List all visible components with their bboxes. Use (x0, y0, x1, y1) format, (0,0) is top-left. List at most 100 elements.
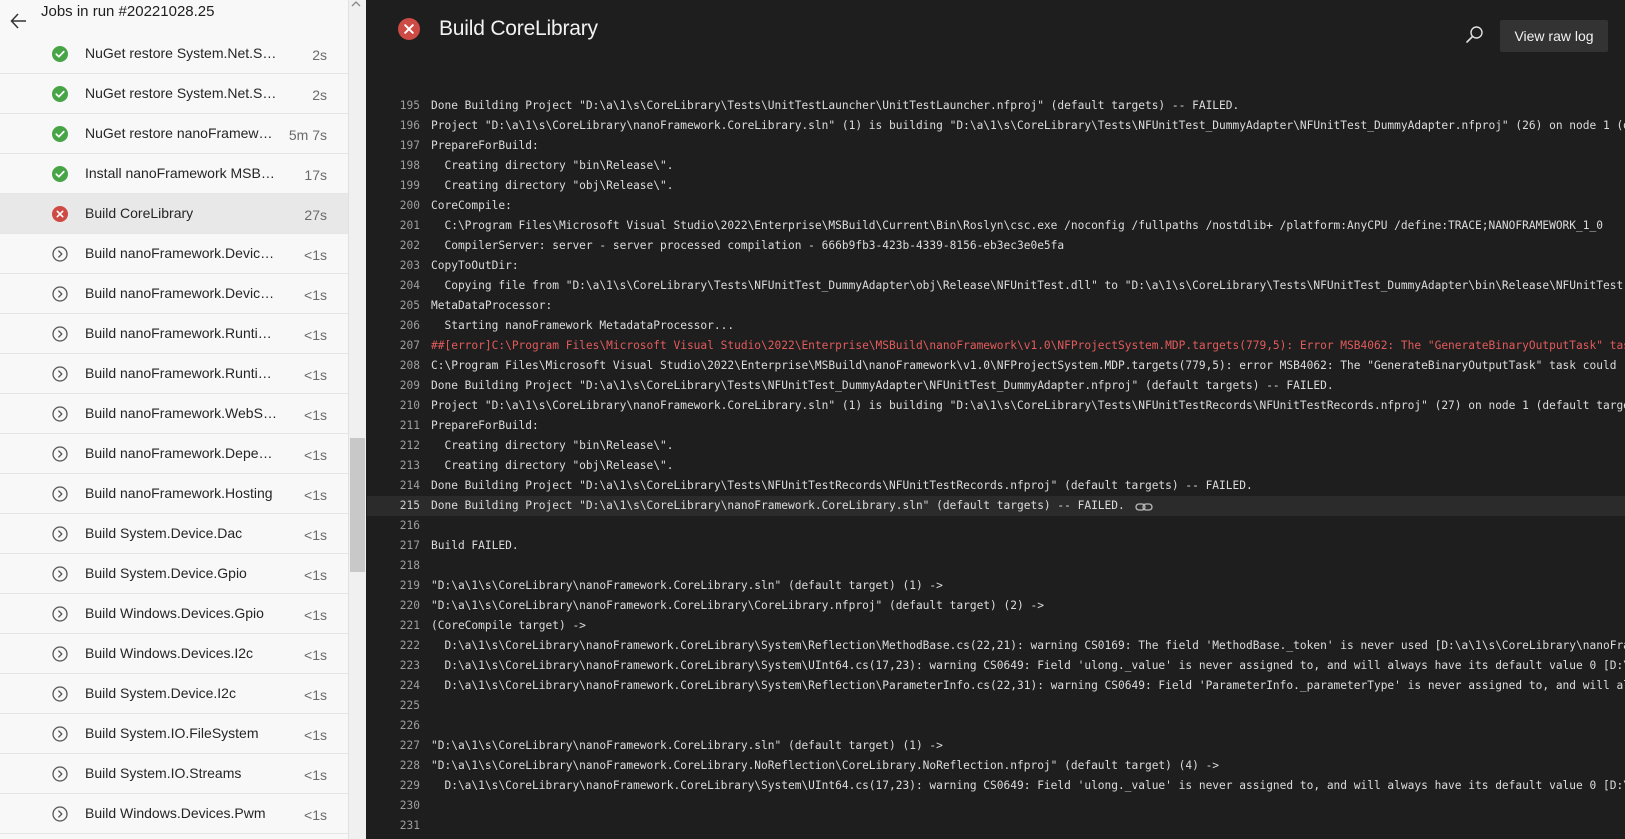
log-line[interactable]: 214 Done Building Project "D:\a\1\s\CoreL… (367, 476, 1625, 496)
log-line[interactable]: 226 (367, 716, 1625, 736)
line-number[interactable]: 203 (367, 256, 420, 276)
log-line[interactable]: 215 Done Building Project "D:\a\1\s\CoreL… (367, 496, 1625, 516)
sidebar-scrollbar[interactable] (349, 0, 366, 839)
line-number[interactable]: 197 (367, 136, 420, 156)
job-item[interactable]: Build nanoFramework.Depend… <1s (0, 434, 348, 474)
line-number[interactable]: 229 (367, 776, 420, 796)
log-line[interactable]: 221 (CoreCompile target) -> (367, 616, 1625, 636)
view-raw-log-button[interactable]: View raw log (1500, 20, 1608, 52)
log-line[interactable]: 224 D:\a\1\s\CoreLibrary\nanoFramework.C… (367, 676, 1625, 696)
line-number[interactable]: 200 (367, 196, 420, 216)
log-line[interactable]: 198 Creating directory "bin\Release\". (367, 156, 1625, 176)
log-line[interactable]: 219 "D:\a\1\s\CoreLibrary\nanoFramework.C… (367, 576, 1625, 596)
log-line[interactable]: 196 Project "D:\a\1\s\CoreLibrary\nanoFra… (367, 116, 1625, 136)
job-item[interactable] (0, 834, 348, 839)
job-item[interactable]: NuGet restore System.Net.Sock… 2s (0, 74, 348, 114)
line-number[interactable]: 224 (367, 676, 420, 696)
line-number[interactable]: 230 (367, 796, 420, 816)
line-number[interactable]: 212 (367, 436, 420, 456)
link-icon[interactable] (1135, 500, 1153, 512)
job-item[interactable]: Build nanoFramework.Device.… <1s (0, 274, 348, 314)
log-line[interactable]: 229 D:\a\1\s\CoreLibrary\nanoFramework.C… (367, 776, 1625, 796)
sidebar-scrollbar-thumb[interactable] (350, 438, 365, 572)
job-item[interactable]: Build System.Device.I2c <1s (0, 674, 348, 714)
line-number[interactable]: 209 (367, 376, 420, 396)
log-line[interactable]: 197 PrepareForBuild: (367, 136, 1625, 156)
line-number[interactable]: 198 (367, 156, 420, 176)
log-line[interactable]: 207 ##[error]C:\Program Files\Microsoft V… (367, 336, 1625, 356)
line-number[interactable]: 217 (367, 536, 420, 556)
line-number[interactable]: 202 (367, 236, 420, 256)
line-number[interactable]: 225 (367, 696, 420, 716)
line-number[interactable]: 210 (367, 396, 420, 416)
line-number[interactable]: 220 (367, 596, 420, 616)
job-item[interactable]: NuGet restore System.Net.Sock… 2s (0, 34, 348, 74)
job-item[interactable]: Install nanoFramework MSBuil… 17s (0, 154, 348, 194)
log-line[interactable]: 203 CopyToOutDir: (367, 256, 1625, 276)
back-button[interactable] (4, 6, 34, 36)
log-line[interactable]: 213 Creating directory "obj\Release\". (367, 456, 1625, 476)
log-line[interactable]: 216 (367, 516, 1625, 536)
log-line[interactable]: 230 (367, 796, 1625, 816)
line-number[interactable]: 226 (367, 716, 420, 736)
job-item[interactable]: Build System.Device.Dac <1s (0, 514, 348, 554)
line-number[interactable]: 231 (367, 816, 420, 836)
log-line[interactable]: 208 C:\Program Files\Microsoft Visual Stu… (367, 356, 1625, 376)
log-line[interactable]: 212 Creating directory "bin\Release\". (367, 436, 1625, 456)
line-number[interactable]: 206 (367, 316, 420, 336)
line-number[interactable]: 228 (367, 756, 420, 776)
line-number[interactable]: 195 (367, 96, 420, 116)
line-number[interactable]: 196 (367, 116, 420, 136)
log-line[interactable]: 231 (367, 816, 1625, 836)
job-item[interactable]: Build System.IO.FileSystem <1s (0, 714, 348, 754)
log-line[interactable]: 218 (367, 556, 1625, 576)
line-number[interactable]: 207 (367, 336, 420, 356)
job-item[interactable]: Build System.IO.Streams <1s (0, 754, 348, 794)
line-number[interactable]: 218 (367, 556, 420, 576)
job-item[interactable]: Build Windows.Devices.Gpio <1s (0, 594, 348, 634)
line-number[interactable]: 227 (367, 736, 420, 756)
line-number[interactable]: 216 (367, 516, 420, 536)
log-line[interactable]: 200 CoreCompile: (367, 196, 1625, 216)
log-line[interactable]: 204 Copying file from "D:\a\1\s\CoreLibr… (367, 276, 1625, 296)
line-number[interactable]: 221 (367, 616, 420, 636)
log-line[interactable]: 206 Starting nanoFramework MetadataProce… (367, 316, 1625, 336)
job-item[interactable]: Build nanoFramework.Hosting <1s (0, 474, 348, 514)
job-item[interactable]: Build nanoFramework.Device.… <1s (0, 234, 348, 274)
job-item[interactable]: Build CoreLibrary 27s (0, 194, 348, 234)
job-item[interactable]: Build nanoFramework.WebSer… <1s (0, 394, 348, 434)
log-line[interactable]: 201 C:\Program Files\Microsoft Visual St… (367, 216, 1625, 236)
log-line[interactable]: 205 MetaDataProcessor: (367, 296, 1625, 316)
job-item[interactable]: Build Windows.Devices.I2c <1s (0, 634, 348, 674)
line-number[interactable]: 201 (367, 216, 420, 236)
log-line[interactable]: 220 "D:\a\1\s\CoreLibrary\nanoFramework.C… (367, 596, 1625, 616)
job-item[interactable]: Build System.Device.Gpio <1s (0, 554, 348, 594)
search-button[interactable] (1464, 24, 1486, 46)
job-item[interactable]: Build nanoFramework.Runtim… <1s (0, 314, 348, 354)
line-number[interactable]: 208 (367, 356, 420, 376)
log-line[interactable]: 227 "D:\a\1\s\CoreLibrary\nanoFramework.C… (367, 736, 1625, 756)
log-line[interactable]: 217 Build FAILED. (367, 536, 1625, 556)
log-line[interactable]: 209 Done Building Project "D:\a\1\s\CoreL… (367, 376, 1625, 396)
line-number[interactable]: 211 (367, 416, 420, 436)
job-item[interactable]: NuGet restore nanoFramew… 5m 7s (0, 114, 348, 154)
scroll-up-arrow-icon[interactable] (350, 0, 362, 10)
log-line[interactable]: 199 Creating directory "obj\Release\". (367, 176, 1625, 196)
job-item[interactable]: Build nanoFramework.Runtim… <1s (0, 354, 348, 394)
line-number[interactable]: 205 (367, 296, 420, 316)
log-line[interactable]: 223 D:\a\1\s\CoreLibrary\nanoFramework.C… (367, 656, 1625, 676)
line-number[interactable]: 219 (367, 576, 420, 596)
log-line[interactable]: 210 Project "D:\a\1\s\CoreLibrary\nanoFra… (367, 396, 1625, 416)
line-number[interactable]: 204 (367, 276, 420, 296)
log-line[interactable]: 225 (367, 696, 1625, 716)
line-number[interactable]: 215 (367, 496, 420, 516)
line-number[interactable]: 223 (367, 656, 420, 676)
log-line[interactable]: 195 Done Building Project "D:\a\1\s\CoreL… (367, 96, 1625, 116)
log-line[interactable]: 211 PrepareForBuild: (367, 416, 1625, 436)
line-number[interactable]: 199 (367, 176, 420, 196)
log-line[interactable]: 202 CompilerServer: server - server proc… (367, 236, 1625, 256)
line-number[interactable]: 214 (367, 476, 420, 496)
log-line[interactable]: 228 "D:\a\1\s\CoreLibrary\nanoFramework.C… (367, 756, 1625, 776)
line-number[interactable]: 213 (367, 456, 420, 476)
line-number[interactable]: 222 (367, 636, 420, 656)
